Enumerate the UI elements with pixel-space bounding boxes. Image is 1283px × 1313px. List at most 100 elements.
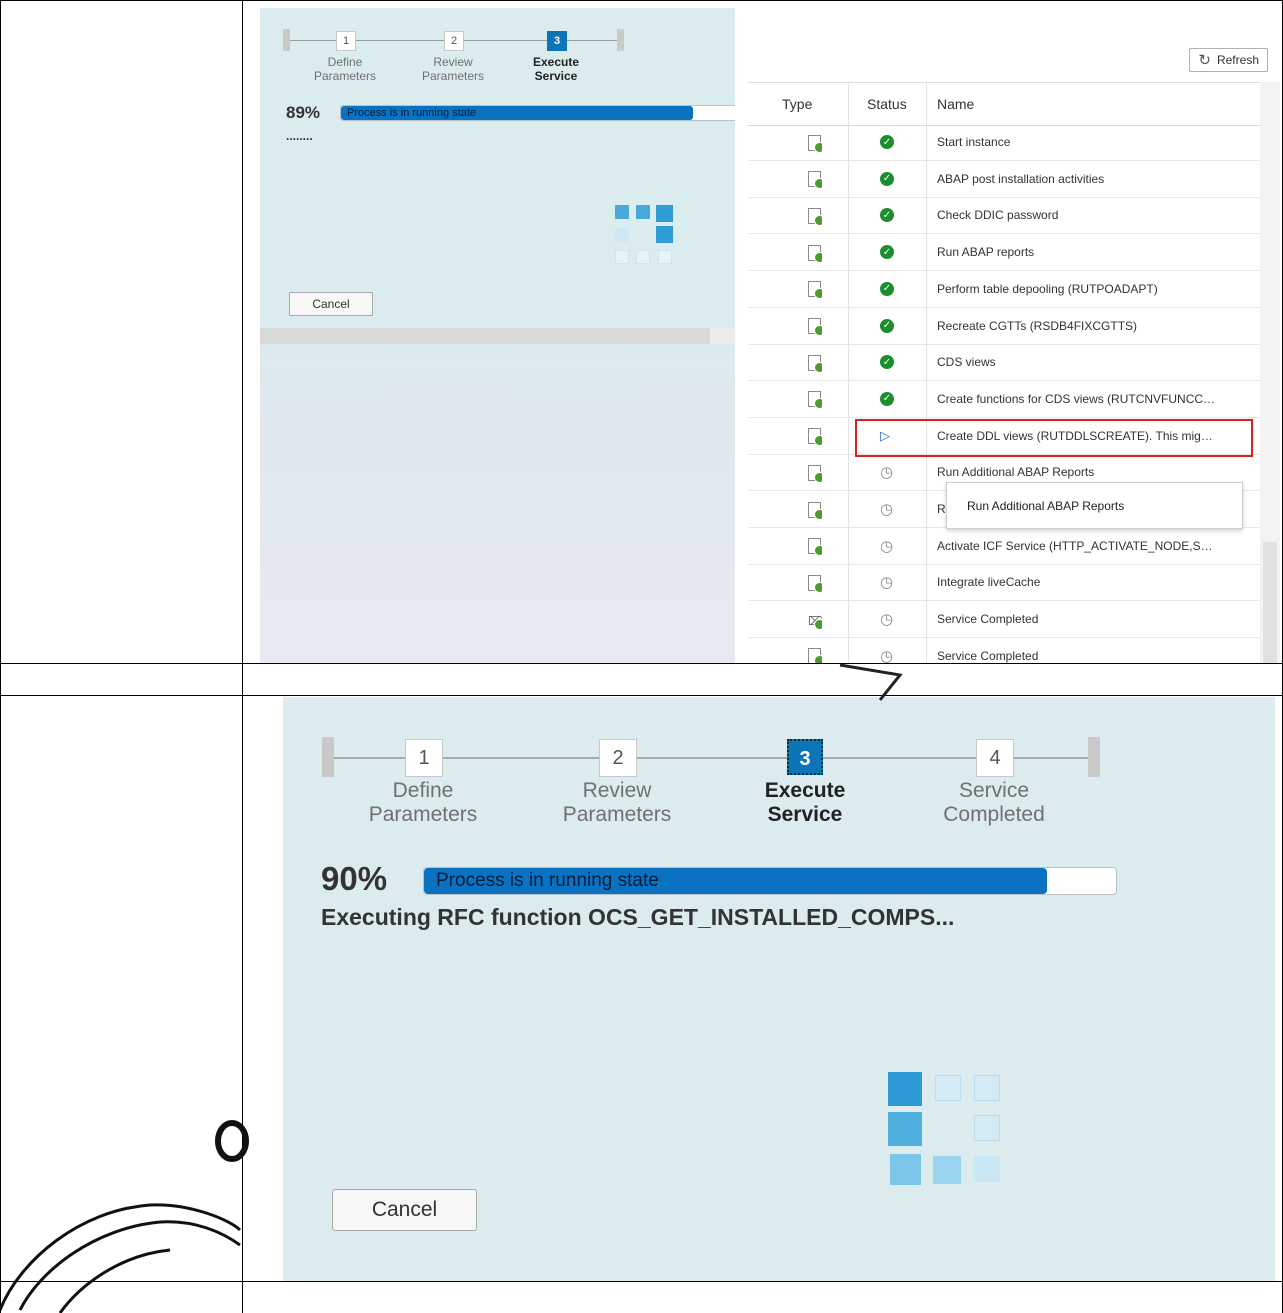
table-border-row1	[0, 663, 1283, 664]
roadmap-step-1[interactable]: 1	[336, 31, 356, 51]
step-icon	[808, 171, 822, 190]
cell-status: ◷	[880, 454, 893, 490]
step-icon	[808, 244, 822, 263]
column-header-status[interactable]: Status	[867, 83, 907, 125]
progress-message: Executing RFC function OCS_GET_INSTALLED…	[321, 904, 955, 930]
waiting-clock-icon: ◷	[880, 574, 894, 592]
cell-status: ✓	[880, 271, 894, 307]
cell-type	[808, 161, 822, 197]
cell-name: Start instance	[937, 135, 1011, 149]
table-row[interactable]: ✓ Start instance	[748, 124, 1260, 161]
roadmap-step-3-label: Execute Service	[764, 779, 846, 827]
completed-icon: ✓	[880, 355, 894, 370]
completed-icon: ✓	[880, 245, 894, 260]
table-row[interactable]: ✓ Create functions for CDS views (RUTCNVF…	[748, 381, 1260, 418]
cell-name: Activate ICF Service (HTTP_ACTIVATE_NODE…	[937, 538, 1213, 553]
roadmap-start-cap	[322, 737, 334, 777]
cell-name: Recreate CGTTs (RSDB4FIXCGTTS)	[937, 318, 1138, 333]
cell-status: ◷	[880, 491, 893, 527]
end-step-icon: ⌦	[808, 612, 822, 630]
bottom-wizard-panel: 1 Define Parameters 2 Review Parameters 3 …	[283, 697, 1275, 1281]
step-icon	[808, 648, 822, 663]
roadmap-step-2[interactable]: 2	[599, 739, 637, 777]
roadmap-end-cap	[1088, 737, 1100, 777]
roadmap-start-cap	[283, 29, 290, 51]
step-icon	[808, 134, 822, 153]
progress-message: ........	[286, 129, 313, 143]
step-icon	[808, 464, 822, 483]
cell-type	[808, 344, 822, 380]
column-header-name[interactable]: Name	[937, 83, 974, 125]
column-header-type[interactable]: Type	[782, 83, 812, 125]
step-icon	[808, 391, 822, 410]
table-row[interactable]: ✓ Recreate CGTTs (RSDB4FIXCGTTS)	[748, 308, 1260, 345]
step-icon	[808, 207, 822, 226]
roadmap-step-4[interactable]: 4	[976, 739, 1014, 777]
top-wizard-panel: 1 Define Parameters 2 Review Parameters 3 …	[260, 8, 735, 663]
cell-status: ✓	[880, 197, 894, 233]
table-border-row2	[0, 695, 1283, 696]
cell-status: ✓	[880, 308, 894, 344]
progress-percent: 90%	[321, 860, 388, 897]
cell-type	[808, 638, 822, 663]
table-border-row3	[0, 1281, 1283, 1282]
table-row[interactable]: ✓ Check DDIC password	[748, 197, 1260, 235]
cell-type	[808, 454, 822, 490]
cell-status: ◷	[880, 638, 893, 663]
roadmap-step-2-label: Review Parameters	[421, 55, 485, 83]
cell-type	[808, 418, 822, 454]
cell-status: ✓	[880, 234, 894, 270]
roadmap-step-2-label: Review Parameters	[562, 779, 672, 827]
table-row[interactable]: ◷ Activate ICF Service (HTTP_ACTIVATE_NOD…	[748, 528, 1260, 565]
refresh-button[interactable]: ↻ Refresh	[1189, 48, 1268, 72]
cell-type	[808, 271, 822, 307]
completed-icon: ✓	[880, 208, 894, 223]
table-row[interactable]: ⌦ ◷ Service Completed	[748, 601, 1260, 639]
roadmap-step-3-label: Execute Service	[532, 55, 580, 83]
cell-status: ✓	[880, 124, 894, 160]
step-icon	[808, 574, 822, 593]
waiting-clock-icon: ◷	[880, 501, 894, 518]
roadmap-step-3[interactable]: 3	[787, 739, 823, 775]
cell-type	[808, 564, 822, 600]
table-row[interactable]: ◷ Integrate liveCache	[748, 564, 1260, 602]
cell-name: Service Completed	[937, 612, 1039, 627]
cell-name: Run ABAP reports	[937, 245, 1035, 260]
step-icon	[808, 354, 822, 373]
cell-type	[808, 234, 822, 270]
table-row[interactable]: ✓ ABAP post installation activities	[748, 161, 1260, 198]
cell-name: Service Completed	[937, 648, 1039, 663]
cell-type	[808, 491, 822, 527]
cancel-button[interactable]: Cancel	[289, 292, 373, 316]
cell-name: Create functions for CDS views (RUTCNVFU…	[937, 391, 1216, 406]
completed-icon: ✓	[880, 171, 894, 186]
cell-status: ◷	[880, 601, 893, 637]
cell-status: ◷	[880, 528, 893, 564]
cell-type	[808, 528, 822, 564]
divider-band	[260, 328, 735, 344]
cell-type	[808, 381, 822, 417]
progress-status-text: Process is in running state	[347, 107, 477, 119]
row-tooltip: Run Additional ABAP Reports	[946, 482, 1243, 529]
table-scrollbar[interactable]	[1260, 82, 1280, 663]
refresh-icon: ↻	[1198, 52, 1211, 69]
progress-status-text: Process is in running state	[436, 870, 659, 891]
cell-name: Integrate liveCache	[937, 575, 1041, 590]
table-scrollbar-thumb[interactable]	[1263, 542, 1277, 663]
cancel-button[interactable]: Cancel	[332, 1189, 477, 1231]
refresh-label: Refresh	[1216, 53, 1259, 67]
roadmap-step-2[interactable]: 2	[444, 31, 464, 51]
table-row[interactable]: ✓ Run ABAP reports	[748, 234, 1260, 272]
roadmap-step-1-label: Define Parameters	[313, 55, 377, 83]
cell-type: ⌦	[808, 601, 822, 637]
task-table-panel: ↻ Refresh Type Status Name ✓ Start instan…	[748, 8, 1280, 663]
roadmap-step-1[interactable]: 1	[405, 739, 443, 777]
roadmap-step-3[interactable]: 3	[547, 31, 567, 51]
table-row[interactable]: ✓ Perform table depooling (RUTPOADAPT)	[748, 271, 1260, 308]
roadmap-step-4-label: Service Completed	[943, 779, 1045, 827]
table-row[interactable]: ◷ Service Completed	[748, 638, 1260, 663]
roadmap-step-1-label: Define Parameters	[368, 779, 478, 827]
completed-icon: ✓	[880, 281, 894, 296]
step-icon	[808, 281, 822, 300]
table-row[interactable]: ✓ CDS views	[748, 344, 1260, 382]
